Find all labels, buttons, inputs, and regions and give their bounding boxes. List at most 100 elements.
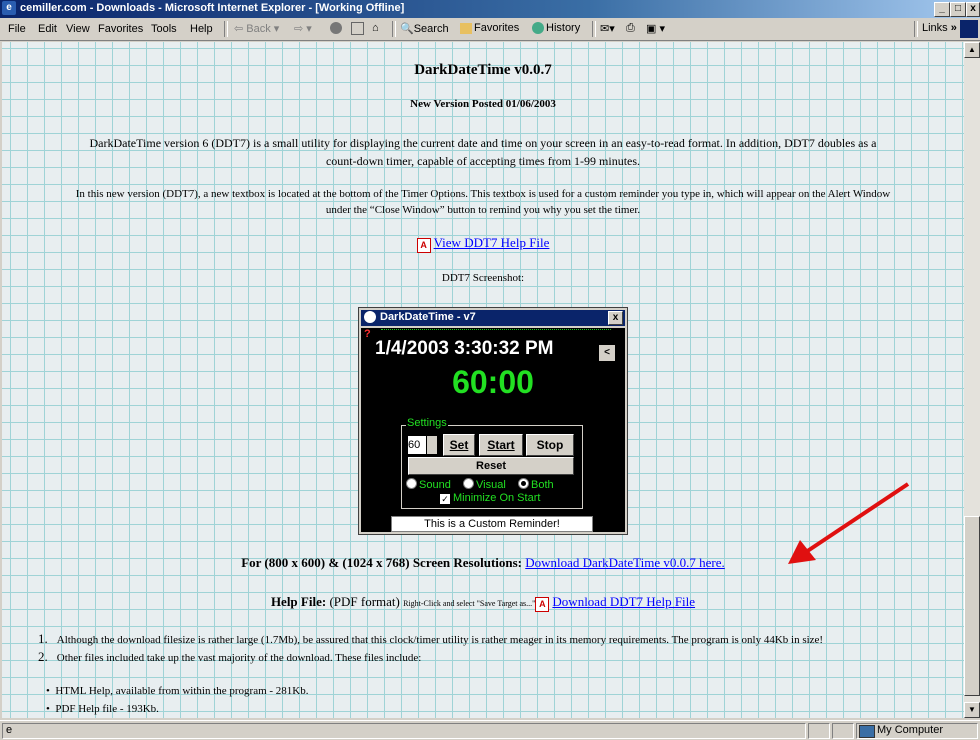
maximize-button[interactable]: □ [950, 2, 966, 17]
window-title: cemiller.com - Downloads - Microsoft Int… [20, 2, 405, 14]
menu-tools[interactable]: Tools [151, 23, 177, 35]
scroll-down-button[interactable]: ▼ [964, 702, 980, 718]
ddt-set-button: Set [443, 434, 475, 456]
status-pane [808, 723, 830, 739]
version-paragraph-line1: In this new version (DDT7), a new textbo… [75, 188, 891, 200]
ddt-app-icon [364, 311, 376, 323]
list-item: • PDF Help file - 193Kb. [46, 703, 159, 715]
back-button[interactable]: ⇦ Back ▾ [234, 22, 279, 35]
download-row: For (800 x 600) & (1024 x 768) Screen Re… [2, 555, 964, 571]
scroll-thumb[interactable] [964, 516, 980, 696]
menu-help[interactable]: Help [190, 23, 213, 35]
favorites-icon [460, 23, 472, 34]
back-arrow-icon: ⇦ [234, 23, 244, 35]
toolbar-separator [392, 21, 396, 37]
windows-logo-icon [960, 20, 978, 38]
ddt-alert-options: Sound Visual Both [406, 478, 554, 491]
mail-icon: ✉▾ [600, 23, 615, 35]
intro-paragraph-line1: DarkDateTime version 6 (DDT7) is a small… [89, 136, 877, 150]
ddt-settings-group: Settings 60 Set Start Stop Reset Sound V… [401, 417, 583, 509]
toolbar-separator [914, 21, 918, 37]
ddt-minutes-field: 60 [408, 436, 426, 454]
stop-icon [330, 22, 342, 34]
print-icon: ⎙ [626, 22, 635, 34]
ddt-radio-both [518, 478, 530, 489]
ddt-reset-button: Reset [408, 457, 574, 475]
checkbox-checked-icon: ✓ [440, 494, 450, 504]
status-bar: e My Computer [0, 720, 980, 740]
mail-button[interactable]: ✉▾ [600, 22, 615, 35]
pdf-icon: A [416, 238, 431, 253]
download-program-link[interactable]: Download DarkDateTime v0.0.7 here. [525, 555, 725, 570]
ddt-screenshot: DarkDateTime - v7 x ? 1/4/2003 3:30:32 P… [358, 307, 628, 535]
ddt-timer: 60:00 [452, 364, 534, 400]
ddt-minimize-option: ✓ Minimize On Start [440, 492, 541, 504]
print-button[interactable]: ⎙ [626, 22, 635, 35]
refresh-icon [351, 22, 364, 35]
forward-arrow-icon: ⇨ ▾ [294, 23, 312, 35]
ddt-settings-label: Settings [406, 417, 448, 429]
page-title: DarkDateTime v0.0.7 [414, 62, 552, 78]
ddt-datetime: 1/4/2003 3:30:32 PM [375, 338, 554, 359]
scroll-up-button[interactable]: ▲ [964, 42, 980, 58]
menu-toolbar: File Edit View Favorites Tools Help ⇦ Ba… [0, 18, 980, 41]
ddt-side-button: < [599, 345, 615, 361]
rightclick-note: Right-Click and select "Save Target as..… [403, 599, 536, 608]
ddt-close-button: x [608, 311, 623, 325]
list-item: • HTML Help, available from within the p… [46, 685, 309, 697]
menu-file[interactable]: File [8, 23, 26, 35]
home-icon: ⌂ [372, 22, 379, 34]
minimize-button[interactable]: _ [934, 2, 950, 17]
window-titlebar[interactable]: e cemiller.com - Downloads - Microsoft I… [0, 0, 980, 18]
ddt-progress-line [381, 329, 611, 330]
resolutions-label: For (800 x 600) & (1024 x 768) Screen Re… [241, 555, 522, 570]
forward-button[interactable]: ⇨ ▾ [294, 22, 312, 35]
status-pane [832, 723, 854, 739]
page-subtitle: New Version Posted 01/06/2003 [410, 98, 556, 110]
download-help-link[interactable]: Download DDT7 Help File [552, 594, 695, 609]
status-pane-zone: My Computer [856, 723, 978, 739]
list-item: 2. Other files included take up the vast… [38, 649, 422, 664]
menu-view[interactable]: View [66, 23, 90, 35]
search-icon: 🔍 [400, 23, 414, 35]
status-pane-main: e [2, 723, 806, 739]
history-icon [532, 22, 544, 34]
screenshot-label: DDT7 Screenshot: [441, 272, 525, 284]
edit-icon: ▣ ▾ [646, 23, 665, 35]
home-button[interactable]: ⌂ [372, 22, 379, 34]
search-button[interactable]: 🔍Search [400, 22, 449, 35]
ddt-spinner-icon [427, 436, 437, 454]
zone-label: My Computer [877, 724, 944, 736]
ddt-help-mark: ? [364, 328, 371, 340]
menu-favorites[interactable]: Favorites [98, 23, 143, 35]
toolbar-separator [224, 21, 228, 37]
computer-icon [859, 725, 875, 738]
page-content: DarkDateTime v0.0.7 New Version Posted 0… [2, 42, 964, 718]
help-link-row: A View DDT7 Help File [2, 235, 964, 253]
helpfile-row: Help File: (PDF format) Right-Click and … [2, 594, 964, 612]
links-button[interactable]: Links » [922, 22, 957, 34]
bullet-icon: • [46, 685, 50, 697]
ddt-body: ? 1/4/2003 3:30:32 PM < 60:00 Settings 6… [361, 328, 625, 532]
view-help-link[interactable]: View DDT7 Help File [434, 235, 550, 250]
page-icon: e [6, 724, 13, 736]
toolbar-separator [592, 21, 596, 37]
edit-button[interactable]: ▣ ▾ [646, 22, 665, 35]
favorites-button[interactable]: Favorites [460, 22, 519, 34]
ddt-stop-button: Stop [526, 434, 574, 456]
version-paragraph-line2: under the “Close Window” button to remin… [325, 204, 641, 216]
ie-logo-icon: e [2, 1, 16, 15]
menu-edit[interactable]: Edit [38, 23, 57, 35]
ddt-title: DarkDateTime - v7 [380, 311, 476, 323]
history-button[interactable]: History [532, 22, 580, 34]
refresh-button[interactable] [351, 22, 366, 35]
stop-button[interactable] [330, 22, 344, 34]
intro-paragraph-line2: count-down timer, capable of accepting t… [325, 154, 641, 168]
pdf-format-label: (PDF format) [329, 594, 400, 609]
ddt-radio-visual [463, 478, 475, 489]
list-item: 1. Although the download filesize is rat… [38, 631, 824, 646]
vertical-scrollbar[interactable]: ▲ ▼ [964, 42, 980, 718]
ddt-reminder-field: This is a Custom Reminder! [391, 516, 593, 532]
close-button[interactable]: x [966, 2, 980, 17]
helpfile-label: Help File: [270, 594, 327, 609]
